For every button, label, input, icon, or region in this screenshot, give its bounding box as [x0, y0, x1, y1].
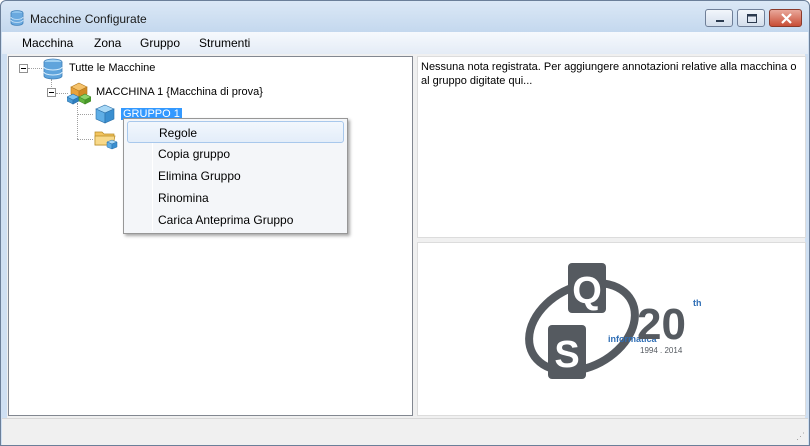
title-bar[interactable]: Macchine Configurate: [1, 1, 809, 32]
logo-years: 1994 . 2014: [640, 346, 683, 355]
close-button[interactable]: [769, 9, 802, 27]
menu-strumenti[interactable]: Strumenti: [199, 36, 250, 50]
tree-node-machine[interactable]: MACCHINA 1 {Macchina di prova}: [96, 86, 263, 98]
folder-icon: [94, 131, 118, 150]
tree-connector: [77, 114, 93, 115]
context-item-rinomina[interactable]: Rinomina: [127, 187, 344, 209]
context-item-carica-anteprima[interactable]: Carica Anteprima Gruppo: [127, 209, 344, 231]
menu-zona[interactable]: Zona: [94, 36, 121, 50]
context-item-label: Rinomina: [158, 191, 209, 205]
window-title: Macchine Configurate: [30, 12, 147, 26]
menu-bar: Macchina Zona Gruppo Strumenti: [2, 32, 808, 54]
cube-icon: [95, 104, 115, 124]
context-item-label: Regole: [159, 126, 198, 140]
tree-connector: [28, 68, 42, 69]
machine-tree[interactable]: [8, 56, 413, 416]
menu-macchina[interactable]: Macchina: [22, 36, 73, 50]
context-item-label: Elimina Gruppo: [158, 169, 241, 183]
context-item-label: Copia gruppo: [158, 147, 231, 161]
context-item-label: Carica Anteprima Gruppo: [158, 213, 294, 227]
maximize-icon: [747, 14, 757, 23]
menu-gruppo[interactable]: Gruppo: [140, 36, 180, 50]
logo-suffix: th: [693, 298, 702, 308]
tree-node-all-machines[interactable]: Tutte le Macchine: [69, 62, 155, 74]
logo-anniversary: 20: [637, 300, 686, 349]
resize-grip-icon[interactable]: ⋰: [796, 431, 805, 442]
company-logo: Q S informatica 20 th 1994 . 2014: [525, 263, 702, 379]
main-window: Macchine Configurate Macchina Zona Grupp…: [0, 0, 810, 446]
context-menu: Regole Copia gruppo Elimina Gruppo Rinom…: [123, 118, 348, 234]
boxes-icon: [67, 82, 91, 105]
context-item-elimina-gruppo[interactable]: Elimina Gruppo: [127, 165, 344, 187]
context-item-regole[interactable]: Regole: [127, 121, 344, 143]
tree-connector: [77, 103, 78, 139]
logo-letter-q: Q: [572, 270, 602, 312]
logo-letter-s: S: [554, 334, 579, 376]
notes-textarea[interactable]: Nessuna nota registrata. Per aggiungere …: [417, 56, 806, 238]
collapse-root-toggle[interactable]: [19, 64, 28, 73]
logo-panel: Q S informatica 20 th 1994 . 2014: [417, 242, 806, 416]
maximize-button[interactable]: [737, 9, 765, 27]
minimize-icon: [716, 20, 724, 22]
database-icon: [43, 58, 63, 80]
status-bar: ⋰: [2, 418, 808, 445]
tree-connector: [77, 139, 93, 140]
collapse-machine-toggle[interactable]: [47, 88, 56, 97]
minimize-button[interactable]: [705, 9, 733, 27]
context-item-copia-gruppo[interactable]: Copia gruppo: [127, 143, 344, 165]
database-icon: [10, 10, 24, 26]
close-icon: [781, 13, 792, 24]
